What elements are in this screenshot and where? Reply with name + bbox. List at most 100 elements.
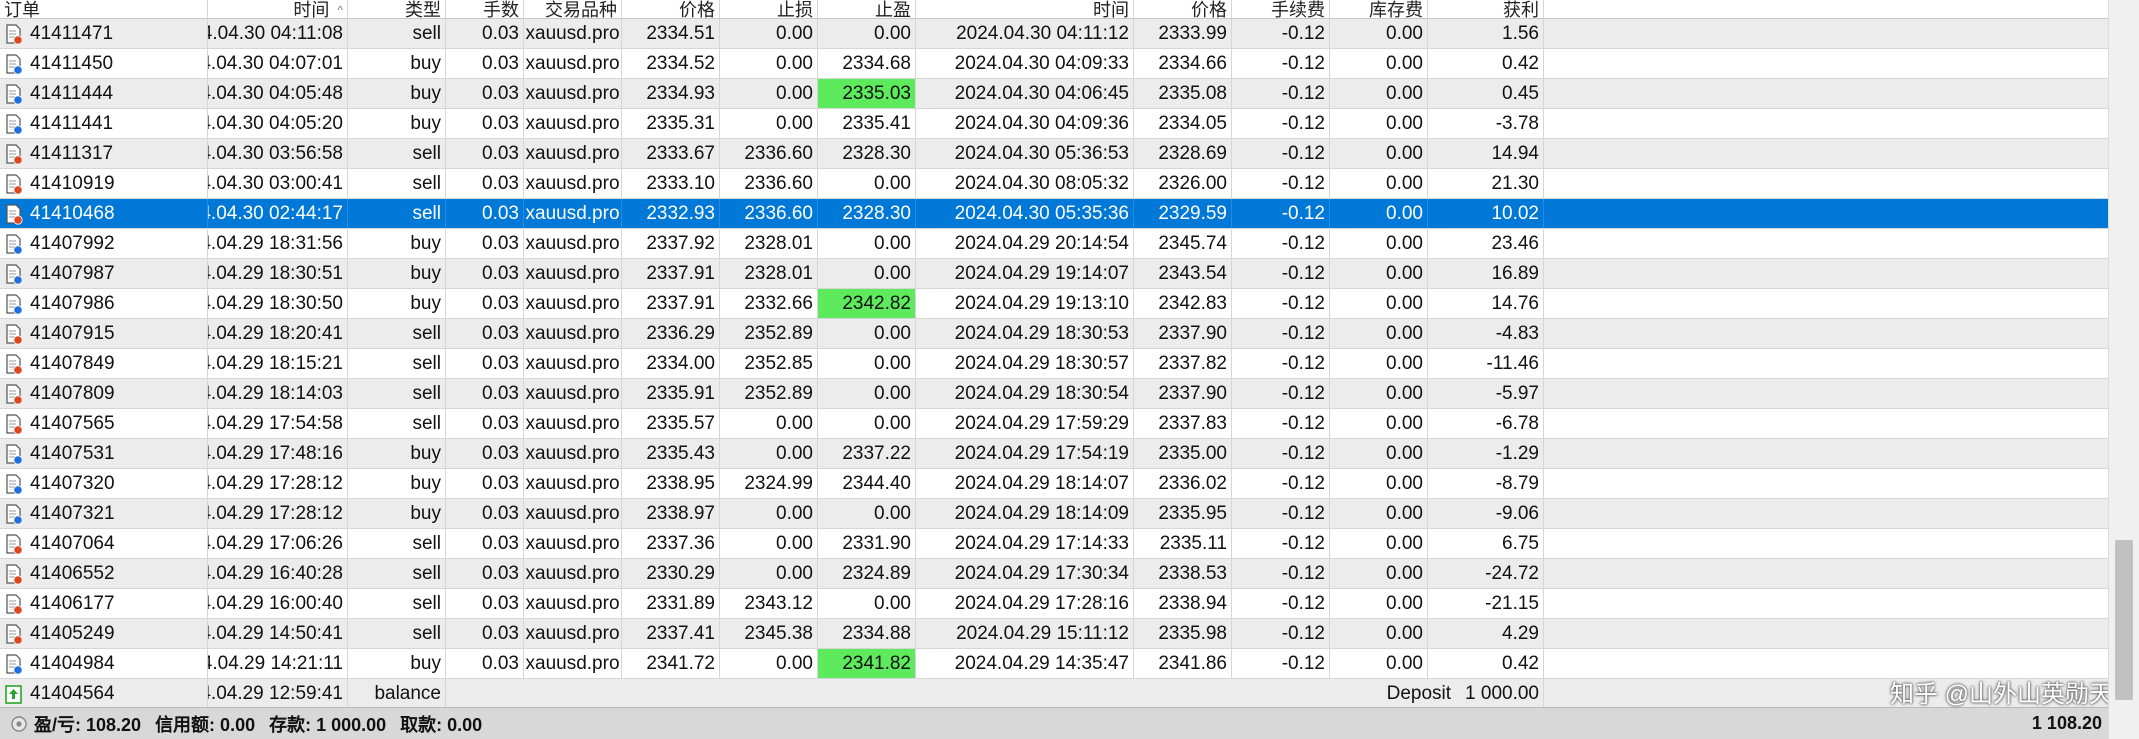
swap-cell: 0.00 <box>1330 289 1428 318</box>
table-row[interactable]: 41406552 2024.04.29 16:40:28sell0.03xauus… <box>0 559 2108 589</box>
symbol-cell: xauusd.pro <box>524 19 622 48</box>
close-price-cell: 2335.98 <box>1134 619 1232 648</box>
close-time-cell: 2024.04.30 08:05:32 <box>916 169 1134 198</box>
close-price-cell: 2345.74 <box>1134 229 1232 258</box>
close-price-cell: 2337.90 <box>1134 379 1232 408</box>
table-row[interactable]: 41411450 2024.04.30 04:07:01buy0.03xauusd… <box>0 49 2108 79</box>
open-time-cell: 2024.04.29 17:28:12 <box>208 469 348 498</box>
sell-order-icon <box>6 353 23 375</box>
symbol-cell: xauusd.pro <box>524 529 622 558</box>
volume-cell: 0.03 <box>446 439 524 468</box>
table-row[interactable]: 41407320 2024.04.29 17:28:12buy0.03xauusd… <box>0 469 2108 499</box>
volume-cell: 0.03 <box>446 349 524 378</box>
table-row[interactable]: 41407992 2024.04.29 18:31:56buy0.03xauusd… <box>0 229 2108 259</box>
table-row[interactable]: 41407531 2024.04.29 17:48:16buy0.03xauusd… <box>0 439 2108 469</box>
open-time-cell: 2024.04.29 18:30:50 <box>208 289 348 318</box>
balance-row[interactable]: 41404564 2024.04.29 12:59:41 balance Dep… <box>0 679 2108 709</box>
profit-cell: -21.15 <box>1428 589 1544 618</box>
order-id: 41407809 <box>30 382 115 404</box>
stop-loss-cell: 2352.89 <box>720 379 818 408</box>
table-row[interactable]: 41410919 2024.04.30 03:00:41sell0.03xauus… <box>0 169 2108 199</box>
table-row[interactable]: 41407565 2024.04.29 17:54:58sell0.03xauus… <box>0 409 2108 439</box>
order-cell: 41411444 <box>0 79 208 108</box>
column-header-tp[interactable]: 止盈 <box>818 0 916 18</box>
order-id: 41411444 <box>30 82 114 104</box>
order-id: 41407986 <box>30 292 115 314</box>
order-cell: 41410468 <box>0 199 208 228</box>
type-cell: sell <box>348 559 446 588</box>
table-row[interactable]: 41411471 2024.04.30 04:11:08sell0.03xauus… <box>0 19 2108 49</box>
take-profit-cell: 2328.30 <box>818 199 916 228</box>
order-cell: 41404984 <box>0 649 208 678</box>
column-header-sl[interactable]: 止损 <box>720 0 818 18</box>
close-time-cell: 2024.04.30 04:11:12 <box>916 19 1134 48</box>
table-row[interactable]: 41411317 2024.04.30 03:56:58sell0.03xauus… <box>0 139 2108 169</box>
sell-order-icon <box>6 203 23 225</box>
stop-loss-cell: 2345.38 <box>720 619 818 648</box>
symbol-cell: xauusd.pro <box>524 499 622 528</box>
table-row[interactable]: 41407987 2024.04.29 18:30:51buy0.03xauusd… <box>0 259 2108 289</box>
order-id: 41405249 <box>30 622 115 644</box>
close-price-cell: 2336.02 <box>1134 469 1232 498</box>
column-header-profit[interactable]: 获利 <box>1428 0 1544 18</box>
close-price-cell: 2337.83 <box>1134 409 1232 438</box>
open-price-cell: 2334.51 <box>622 19 720 48</box>
table-row[interactable]: 41407849 2024.04.29 18:15:21sell0.03xauus… <box>0 349 2108 379</box>
close-price-cell: 2337.82 <box>1134 349 1232 378</box>
commission-cell: -0.12 <box>1232 319 1330 348</box>
profit-cell: 21.30 <box>1428 169 1544 198</box>
table-row[interactable]: 41407064 2024.04.29 17:06:26sell0.03xauus… <box>0 529 2108 559</box>
column-header-volume[interactable]: 手数 <box>446 0 524 18</box>
vertical-scrollbar[interactable] <box>2108 0 2139 739</box>
order-id: 41410919 <box>30 172 115 194</box>
profit-cell: -4.83 <box>1428 319 1544 348</box>
table-row[interactable]: 41404984 2024.04.29 14:21:11buy0.03xauusd… <box>0 649 2108 679</box>
symbol-cell: xauusd.pro <box>524 289 622 318</box>
table-row[interactable]: 41406177 2024.04.29 16:00:40sell0.03xauus… <box>0 589 2108 619</box>
open-time-cell: 2024.04.29 16:40:28 <box>208 559 348 588</box>
table-row[interactable]: 41405249 2024.04.29 14:50:41sell0.03xauus… <box>0 619 2108 649</box>
column-header-order[interactable]: 订单 <box>0 0 208 18</box>
type-cell: sell <box>348 319 446 348</box>
table-row[interactable]: 41411444 2024.04.30 04:05:48buy0.03xauusd… <box>0 79 2108 109</box>
buy-order-icon <box>6 233 23 255</box>
take-profit-cell: 0.00 <box>818 409 916 438</box>
volume-cell: 0.03 <box>446 49 524 78</box>
stop-loss-cell: 0.00 <box>720 559 818 588</box>
sell-order-icon <box>6 173 23 195</box>
open-price-cell: 2333.10 <box>622 169 720 198</box>
close-time-cell: 2024.04.29 18:30:54 <box>916 379 1134 408</box>
table-row[interactable]: 41407915 2024.04.29 18:20:41sell0.03xauus… <box>0 319 2108 349</box>
order-id: 41411441 <box>30 112 114 134</box>
type-cell: buy <box>348 229 446 258</box>
column-header-close-price[interactable]: 价格 <box>1134 0 1232 18</box>
table-row[interactable]: 41407986 2024.04.29 18:30:50buy0.03xauusd… <box>0 289 2108 319</box>
order-cell: 41406552 <box>0 559 208 588</box>
swap-cell: 0.00 <box>1330 19 1428 48</box>
close-price-cell: 2337.90 <box>1134 319 1232 348</box>
column-header-type[interactable]: 类型 <box>348 0 446 18</box>
stop-loss-cell: 0.00 <box>720 649 818 678</box>
type-cell: buy <box>348 79 446 108</box>
column-header-open-price[interactable]: 价格 <box>622 0 720 18</box>
swap-cell: 0.00 <box>1330 319 1428 348</box>
scrollbar-thumb[interactable] <box>2115 540 2133 700</box>
stop-loss-cell: 2328.01 <box>720 259 818 288</box>
column-header-swap[interactable]: 库存费 <box>1330 0 1428 18</box>
table-row[interactable]: 41411441 2024.04.30 04:05:20buy0.03xauusd… <box>0 109 2108 139</box>
info-icon <box>11 715 27 732</box>
order-id: 41407064 <box>30 532 115 554</box>
swap-cell: 0.00 <box>1330 79 1428 108</box>
table-row[interactable]: 41407809 2024.04.29 18:14:03sell0.03xauus… <box>0 379 2108 409</box>
order-id: 41406177 <box>30 592 115 614</box>
table-row[interactable]: 41407321 2024.04.29 17:28:12buy0.03xauusd… <box>0 499 2108 529</box>
column-header-symbol[interactable]: 交易品种 <box>524 0 622 18</box>
buy-order-icon <box>6 113 23 135</box>
sell-order-icon <box>6 563 23 585</box>
summary-credit: 信用额: 0.00 <box>155 714 256 735</box>
column-header-close-time[interactable]: 时间 <box>916 0 1134 18</box>
column-header-open-time[interactable]: 时间 ^ <box>208 0 348 18</box>
column-header-commission[interactable]: 手续费 <box>1232 0 1330 18</box>
take-profit-cell: 0.00 <box>818 19 916 48</box>
table-row[interactable]: 41410468 2024.04.30 02:44:17sell0.03xauus… <box>0 199 2108 229</box>
